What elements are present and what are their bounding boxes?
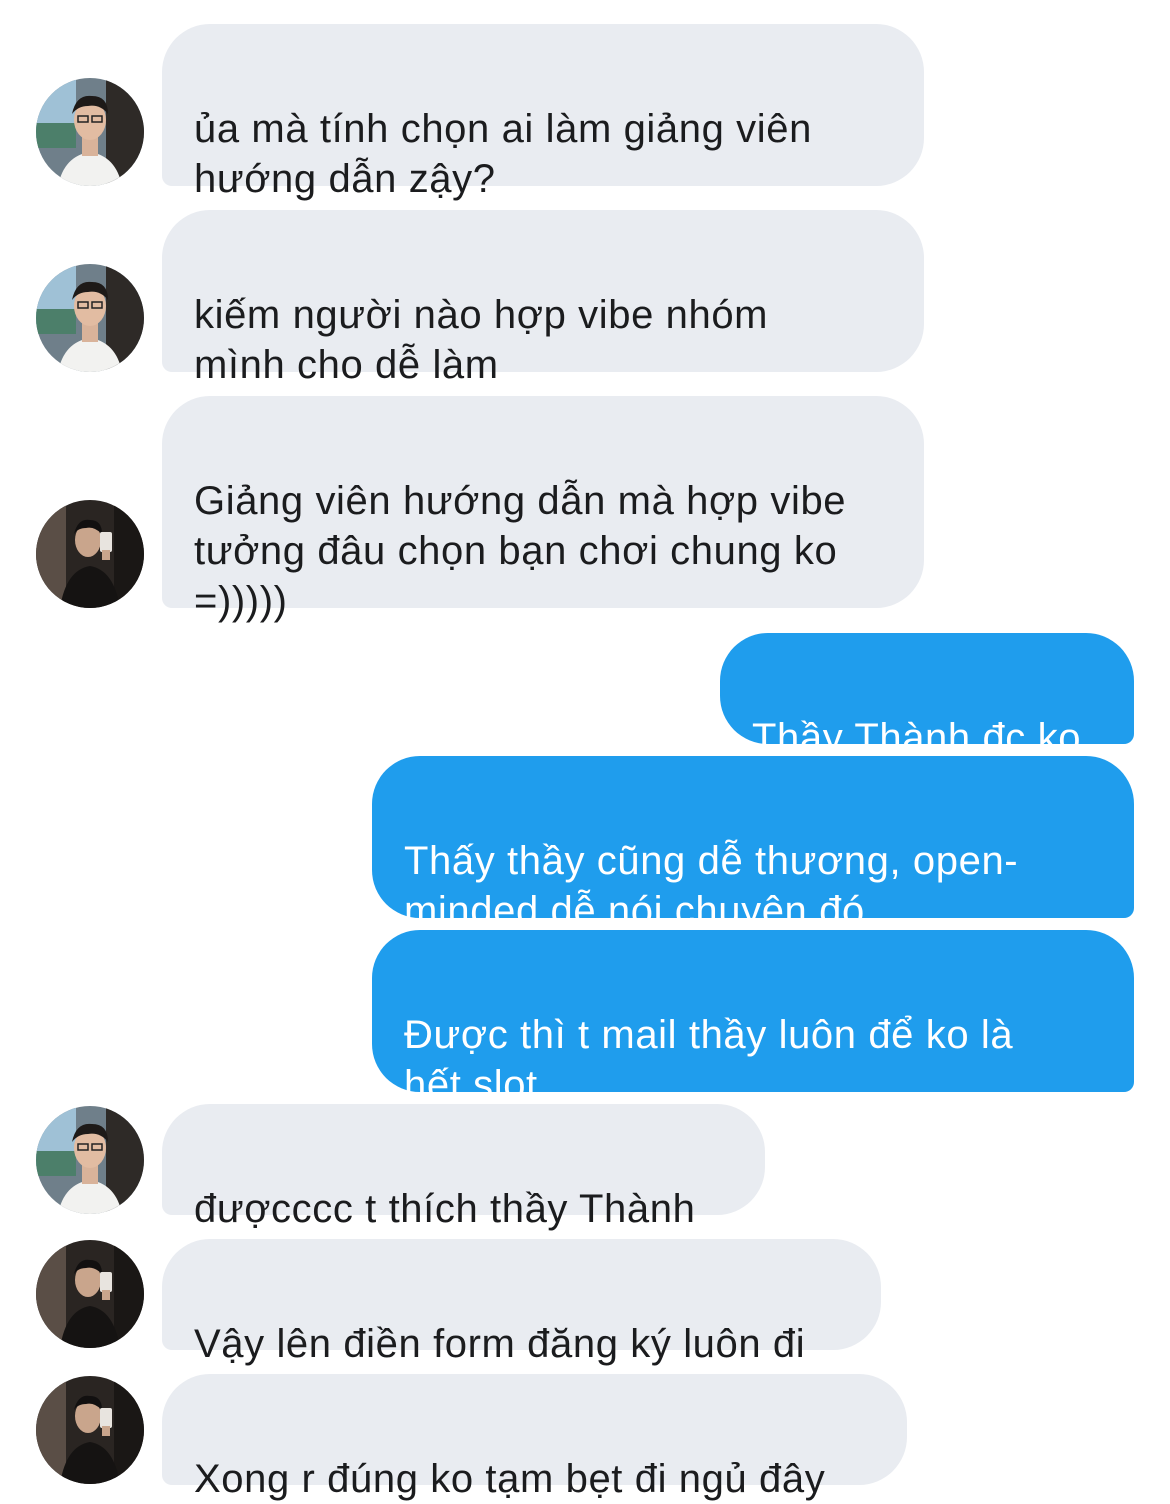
message-bubble-incoming[interactable]: kiếm người nào hợp vibe nhóm mình cho dễ… [162,210,924,387]
message-bubble-outgoing[interactable]: Thấy thầy cũng dễ thương, open- minded d… [372,756,1134,933]
avatar-mirror-guy[interactable] [36,1240,144,1348]
message-text: Thầy Thành đc ko [752,716,1082,760]
message-bubble-incoming[interactable]: Giảng viên hướng dẫn mà hợp vibe tưởng đ… [162,396,924,623]
avatar-glasses-guy[interactable] [36,1106,144,1214]
avatar-glasses-guy[interactable] [36,78,144,186]
message-bubble-incoming[interactable]: ủa mà tính chọn ai làm giảng viên hướng … [162,24,924,201]
message-text: đượcccc t thích thầy Thành [194,1187,696,1231]
message-bubble-incoming[interactable]: đượcccc t thích thầy Thành [162,1104,765,1231]
message-text: Thấy thầy cũng dễ thương, open- minded d… [404,839,1019,933]
message-text: Vậy lên điền form đăng ký luôn đi [194,1322,806,1366]
avatar-mirror-guy[interactable] [36,1376,144,1484]
message-bubble-incoming[interactable]: Vậy lên điền form đăng ký luôn đi [162,1239,881,1366]
message-text: Xong r đúng ko tạm bẹt đi ngủ đây [194,1457,826,1501]
avatar-mirror-guy[interactable] [36,500,144,608]
avatar-glasses-guy[interactable] [36,264,144,372]
message-bubble-outgoing[interactable]: Thầy Thành đc ko [720,633,1134,760]
message-text: kiếm người nào hợp vibe nhóm mình cho dễ… [194,293,769,387]
message-bubble-incoming[interactable]: Xong r đúng ko tạm bẹt đi ngủ đây [162,1374,907,1501]
message-text: Giảng viên hướng dẫn mà hợp vibe tưởng đ… [194,479,847,623]
message-text: Được thì t mail thầy luôn để ko là hết s… [404,1013,1014,1107]
message-bubble-outgoing[interactable]: Được thì t mail thầy luôn để ko là hết s… [372,930,1134,1107]
message-text: ủa mà tính chọn ai làm giảng viên hướng … [194,107,812,201]
